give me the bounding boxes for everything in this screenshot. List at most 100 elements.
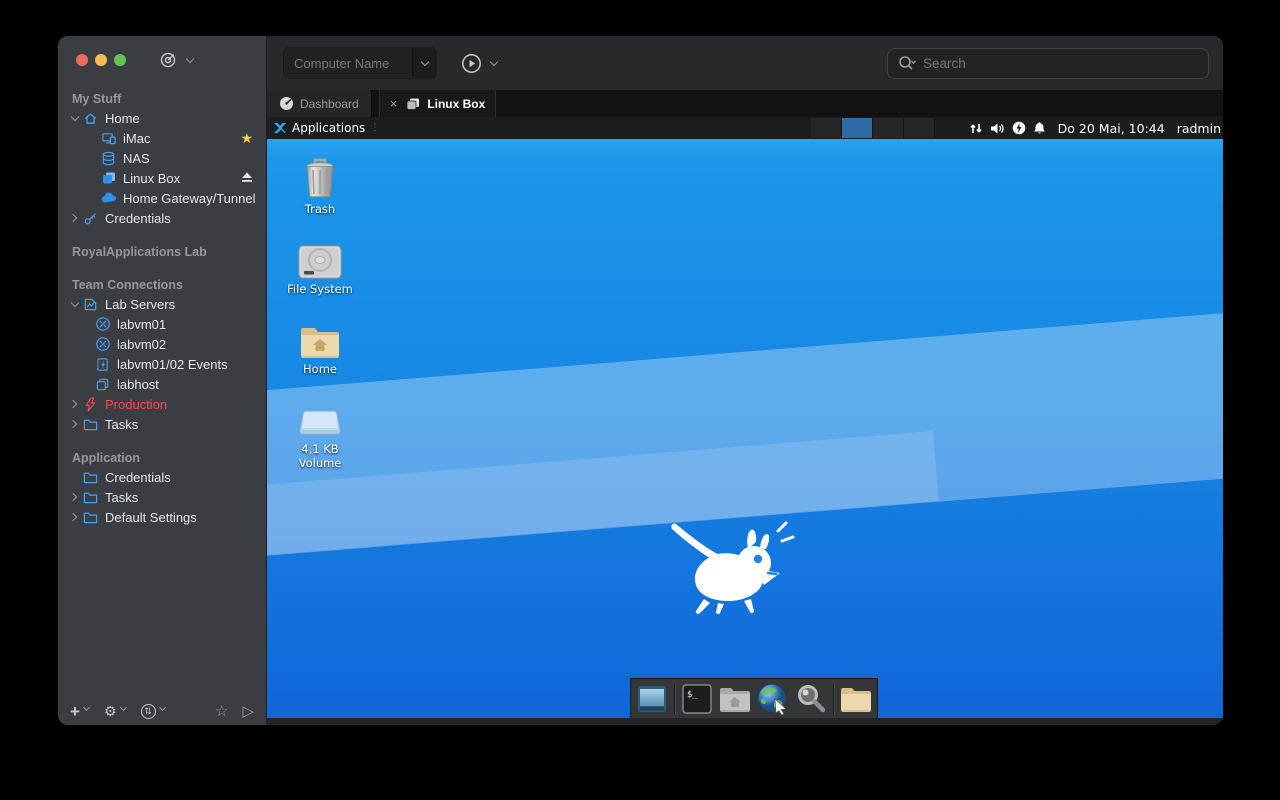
titlebar-controls <box>58 36 266 84</box>
computer-name-input[interactable] <box>284 48 412 78</box>
folder-icon <box>82 416 99 432</box>
desktop-icon-filesystem[interactable]: File System <box>284 235 356 296</box>
database-icon <box>100 150 117 166</box>
sidebar-item-labvm-events[interactable]: labvm01/02 Events <box>58 354 266 374</box>
favorite-star-icon: ★ <box>240 130 253 147</box>
connection-tree: My Stuff Home iMac ★ NAS <box>58 84 266 527</box>
sort-button[interactable]: ⇅ <box>141 704 168 719</box>
chevron-right-icon <box>68 490 82 504</box>
show-desktop-icon <box>637 685 667 713</box>
hard-disk-icon <box>298 245 342 279</box>
sidebar-item-home[interactable]: Home <box>58 108 266 128</box>
network-icon[interactable] <box>969 122 983 135</box>
connect-button[interactable]: ▷ <box>242 702 254 720</box>
home-icon <box>82 110 99 126</box>
folder-icon <box>82 489 99 505</box>
home-folder-icon <box>299 323 341 359</box>
workspace-3[interactable] <box>873 118 904 138</box>
lightning-icon <box>82 396 99 412</box>
computer-name-dropdown-button[interactable] <box>412 48 436 78</box>
remote-desktop-view[interactable]: Applications ⋮ <box>267 117 1223 718</box>
add-connection-button[interactable]: + <box>70 703 92 720</box>
eject-icon[interactable] <box>241 171 253 186</box>
sidebar-item-labvm02[interactable]: labvm02 <box>58 334 266 354</box>
window-bottom-edge <box>267 718 1223 725</box>
main-area: Dashboard × Linux Box Applications ⋮ <box>267 36 1223 725</box>
applications-menu-button[interactable]: Applications <box>292 121 365 135</box>
workspace-switcher[interactable] <box>811 118 935 138</box>
close-tab-icon[interactable]: × <box>390 96 398 111</box>
search-input[interactable] <box>923 56 1198 71</box>
web-browser-launcher[interactable] <box>757 683 789 715</box>
top-toolbar <box>267 36 1223 90</box>
sidebar-item-tasks[interactable]: Tasks <box>58 414 266 434</box>
section-team-connections: Team Connections <box>58 276 266 294</box>
vm-connection-icon <box>94 336 111 352</box>
dashboard-gauge-icon <box>279 96 294 111</box>
chevron-down-icon <box>183 53 197 67</box>
sidebar-item-imac[interactable]: iMac ★ <box>58 128 266 148</box>
desktop-icon-home[interactable]: Home <box>284 315 356 376</box>
tab-linux-box[interactable]: × Linux Box <box>379 90 497 117</box>
panel-username[interactable]: radmin <box>1177 121 1221 136</box>
show-desktop-button[interactable] <box>636 683 668 715</box>
chevron-down-icon <box>158 704 168 718</box>
terminal-icon: $_ <box>682 684 712 714</box>
sidebar-item-labvm01[interactable]: labvm01 <box>58 314 266 334</box>
file-manager-launcher[interactable] <box>719 683 751 715</box>
sidebar-item-production[interactable]: Production <box>58 394 266 414</box>
xfce-desktop[interactable]: Trash File System <box>267 139 1223 718</box>
favorites-filter-button[interactable]: ☆ <box>215 702 228 720</box>
minimize-window-button[interactable] <box>95 54 107 66</box>
zoom-window-button[interactable] <box>114 54 126 66</box>
tab-dashboard[interactable]: Dashboard <box>267 90 372 117</box>
sidebar-item-labhost[interactable]: labhost <box>58 374 266 394</box>
folder-launcher[interactable] <box>840 683 872 715</box>
sidebar-item-default-settings[interactable]: Default Settings <box>58 507 266 527</box>
volume-icon[interactable] <box>990 122 1005 135</box>
workspace-2-active[interactable] <box>842 118 873 138</box>
remote-session-icon <box>100 170 117 186</box>
workspace-4[interactable] <box>904 118 935 138</box>
sidebar-item-nas[interactable]: NAS <box>58 148 266 168</box>
tab-bar: Dashboard × Linux Box <box>267 90 1223 117</box>
tab-label: Dashboard <box>300 97 359 111</box>
panel-handle-icon: ⋮ <box>370 126 379 131</box>
chevron-down-icon <box>68 111 82 125</box>
sidebar-item-credentials[interactable]: Credentials <box>58 208 266 228</box>
xfce-logo-icon <box>273 121 287 135</box>
computer-name-combo <box>283 47 437 79</box>
app-finder-launcher[interactable] <box>795 683 827 715</box>
section-royalapplications-lab: RoyalApplications Lab <box>58 243 266 261</box>
trash-icon <box>301 157 339 199</box>
settings-button[interactable]: ⚙ <box>104 703 129 720</box>
svg-text:$_: $_ <box>687 690 698 700</box>
sidebar-item-home-gateway[interactable]: Home Gateway/Tunnel <box>58 188 266 208</box>
gray-home-folder-icon <box>719 685 751 712</box>
terminal-launcher[interactable]: $_ <box>681 683 713 715</box>
servers-chart-icon <box>82 296 99 312</box>
adhoc-connect-button[interactable] <box>461 53 501 74</box>
connect-options-button[interactable] <box>159 51 197 69</box>
folder-icon <box>82 509 99 525</box>
power-manager-icon[interactable] <box>1012 121 1026 135</box>
desktop-icon-label: 4,1 KB Volume <box>284 442 356 471</box>
desktop-icon-trash[interactable]: Trash <box>284 155 356 216</box>
close-window-button[interactable] <box>76 54 88 66</box>
removable-volume-icon <box>298 409 342 439</box>
panel-clock[interactable]: Do 20 Mai, 10:44 <box>1058 121 1165 136</box>
xfce-top-panel: Applications ⋮ <box>267 117 1223 139</box>
events-document-icon <box>94 356 111 372</box>
desktop-icon-volume[interactable]: 4,1 KB Volume <box>284 395 356 471</box>
sidebar-item-app-credentials[interactable]: Credentials <box>58 467 266 487</box>
dock-separator <box>674 684 675 714</box>
sidebar-item-lab-servers[interactable]: Lab Servers <box>58 294 266 314</box>
tab-label: Linux Box <box>427 97 485 111</box>
sidebar-item-app-tasks[interactable]: Tasks <box>58 487 266 507</box>
chevron-right-icon <box>68 510 82 524</box>
sidebar-item-linux-box[interactable]: Linux Box <box>58 168 266 188</box>
notifications-bell-icon[interactable] <box>1033 121 1046 135</box>
key-icon <box>82 210 99 226</box>
workspace-1[interactable] <box>811 118 842 138</box>
chevron-down-icon <box>68 297 82 311</box>
